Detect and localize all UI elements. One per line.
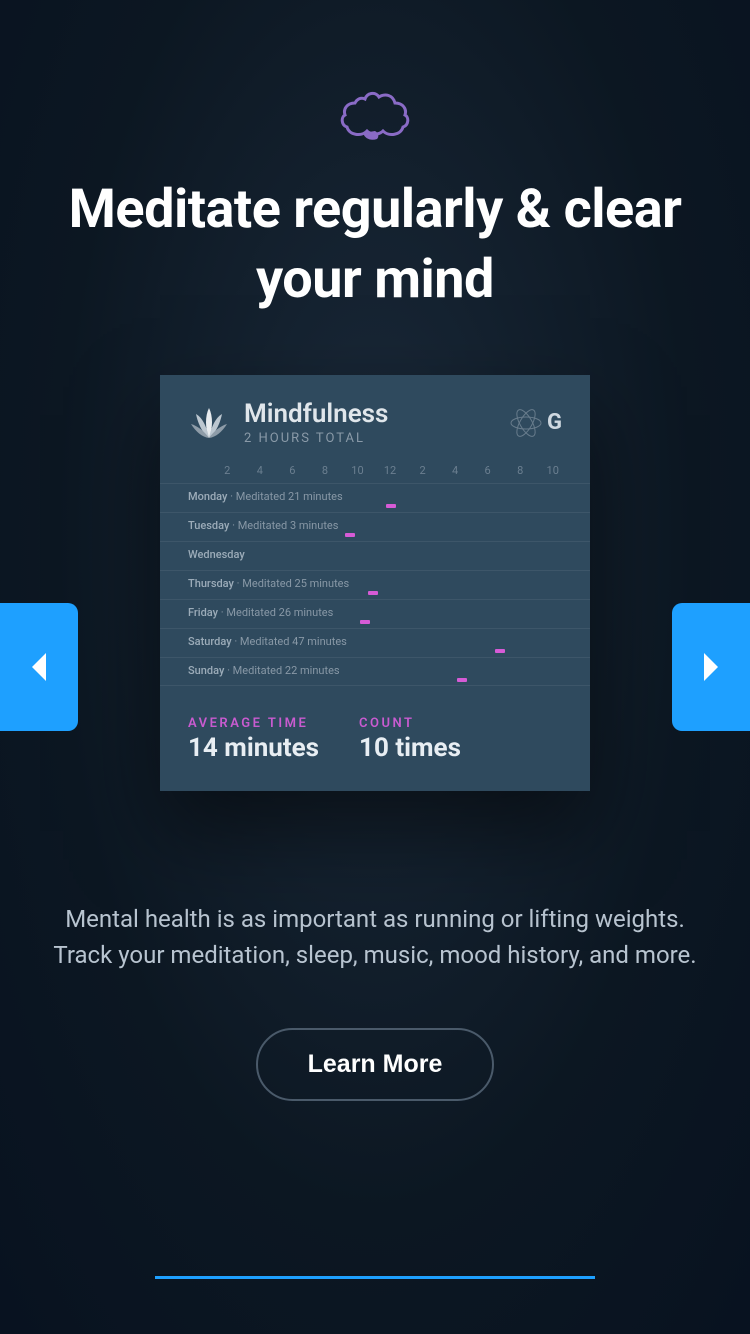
row-label: Saturday · Meditated 47 minutes <box>188 635 562 648</box>
chevron-right-icon <box>696 649 726 685</box>
next-button[interactable] <box>672 603 750 731</box>
meditation-row: Thursday · Meditated 25 minutes <box>160 570 590 599</box>
row-mark <box>360 620 370 624</box>
time-tick: 2 <box>218 464 237 477</box>
meditation-row: Monday · Meditated 21 minutes <box>160 483 590 512</box>
progress-bar <box>155 1276 595 1279</box>
card-subtitle: 2 HOURS TOTAL <box>244 431 388 446</box>
progress-fill <box>155 1276 595 1279</box>
row-label: Tuesday · Meditated 3 minutes <box>188 519 562 532</box>
row-mark <box>495 649 505 653</box>
row-mark <box>457 678 467 682</box>
meditation-row: Tuesday · Meditated 3 minutes <box>160 512 590 541</box>
lotus-icon <box>188 402 230 444</box>
row-label: Sunday · Meditated 22 minutes <box>188 664 562 677</box>
row-mark <box>345 533 355 537</box>
stat-count-value: 10 times <box>359 733 461 763</box>
badge-letter: G <box>547 410 562 435</box>
time-tick: 6 <box>478 464 497 477</box>
time-tick: 10 <box>348 464 367 477</box>
atom-icon <box>509 406 543 440</box>
row-mark <box>386 504 396 508</box>
row-label: Monday · Meditated 21 minutes <box>188 490 562 503</box>
stat-average: AVERAGE TIME 14 minutes <box>188 716 319 763</box>
time-tick: 10 <box>543 464 562 477</box>
time-tick: 2 <box>413 464 432 477</box>
learn-more-button[interactable]: Learn More <box>256 1028 495 1101</box>
stat-avg-label: AVERAGE TIME <box>188 716 319 731</box>
chevron-left-icon <box>24 649 54 685</box>
meditation-row: Wednesday <box>160 541 590 570</box>
prev-button[interactable] <box>0 603 78 731</box>
time-tick: 8 <box>316 464 335 477</box>
time-tick: 12 <box>381 464 400 477</box>
stat-count-label: COUNT <box>359 716 461 731</box>
time-tick: 4 <box>446 464 465 477</box>
time-tick: 6 <box>283 464 302 477</box>
description-text: Mental health is as important as running… <box>0 901 750 973</box>
stat-avg-value: 14 minutes <box>188 733 319 763</box>
mindfulness-card: Mindfulness 2 HOURS TOTAL G 246810122468… <box>160 375 590 791</box>
meditation-row: Friday · Meditated 26 minutes <box>160 599 590 628</box>
meditation-rows: Monday · Meditated 21 minutes Tuesday · M… <box>160 483 590 686</box>
row-label: Friday · Meditated 26 minutes <box>188 606 562 619</box>
meditation-row: Sunday · Meditated 22 minutes <box>160 657 590 686</box>
stat-count: COUNT 10 times <box>359 716 461 763</box>
row-mark <box>368 591 378 595</box>
row-label: Thursday · Meditated 25 minutes <box>188 577 562 590</box>
meditation-row: Saturday · Meditated 47 minutes <box>160 628 590 657</box>
badge: G <box>509 406 562 440</box>
card-title: Mindfulness <box>244 399 388 429</box>
page-headline: Meditate regularly & clear your mind <box>0 175 750 315</box>
time-axis: 24681012246810 <box>160 464 590 483</box>
row-label: Wednesday <box>188 548 562 561</box>
time-tick: 4 <box>251 464 270 477</box>
time-tick: 8 <box>511 464 530 477</box>
brain-icon <box>335 85 415 145</box>
